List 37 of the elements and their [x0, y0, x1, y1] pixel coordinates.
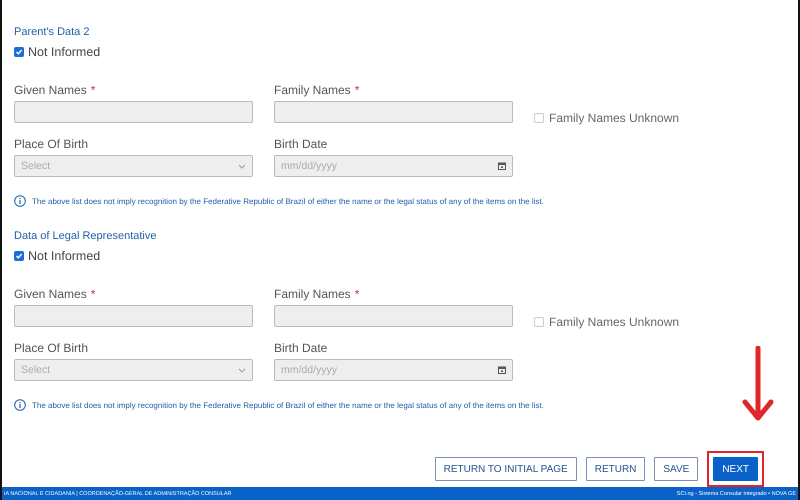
chevron-down-icon — [238, 368, 246, 372]
action-button[interactable]: SAVE — [654, 457, 698, 481]
action-button[interactable]: RETURN TO INITIAL PAGE — [434, 457, 577, 481]
checkbox[interactable] — [14, 251, 24, 261]
field-label: Given Names — [14, 83, 87, 97]
calendar-icon[interactable] — [498, 162, 506, 170]
required-asterisk: * — [90, 287, 96, 301]
checkbox-label: Not Informed — [28, 45, 100, 59]
field-label: Birth Date — [274, 137, 328, 151]
input-field[interactable] — [14, 305, 253, 327]
info-icon — [14, 399, 26, 411]
notice-text: The above list does not imply recognition by the Federative Republic of Brazil of either the name or the legal status of any of the items on the list. — [32, 400, 544, 410]
info-icon — [14, 195, 26, 207]
arrow-down-icon — [741, 346, 775, 422]
action-button[interactable]: RETURN — [586, 457, 646, 481]
field-label: Place Of Birth — [14, 341, 90, 355]
checkbox-label: Family Names Unknown — [549, 315, 680, 329]
field-label: Given Names — [14, 287, 87, 301]
input-field[interactable] — [274, 101, 513, 123]
input-field[interactable] — [14, 101, 253, 123]
field-label: Family Names — [274, 83, 351, 97]
calendar-icon[interactable] — [498, 366, 506, 374]
required-asterisk: * — [354, 287, 360, 301]
chevron-down-icon — [238, 164, 246, 168]
notice-text: The above list does not imply recognition by the Federative Republic of Brazil of either the name or the legal status of any of the items on the list. — [32, 196, 544, 206]
checkbox[interactable] — [14, 47, 24, 57]
field-label: Family Names — [274, 287, 351, 301]
field-label: Birth Date — [274, 341, 328, 355]
field-label: Place Of Birth — [14, 137, 90, 151]
checkbox-label: Not Informed — [28, 249, 100, 263]
required-asterisk: * — [354, 83, 360, 97]
input-field[interactable] — [274, 305, 513, 327]
next-button[interactable]: NEXT — [713, 457, 758, 481]
section-title: Data of Legal Representative — [14, 230, 158, 242]
required-asterisk: * — [90, 83, 96, 97]
checkbox-label: Family Names Unknown — [549, 111, 680, 125]
section-title: Parent's Data 2 — [14, 26, 90, 38]
